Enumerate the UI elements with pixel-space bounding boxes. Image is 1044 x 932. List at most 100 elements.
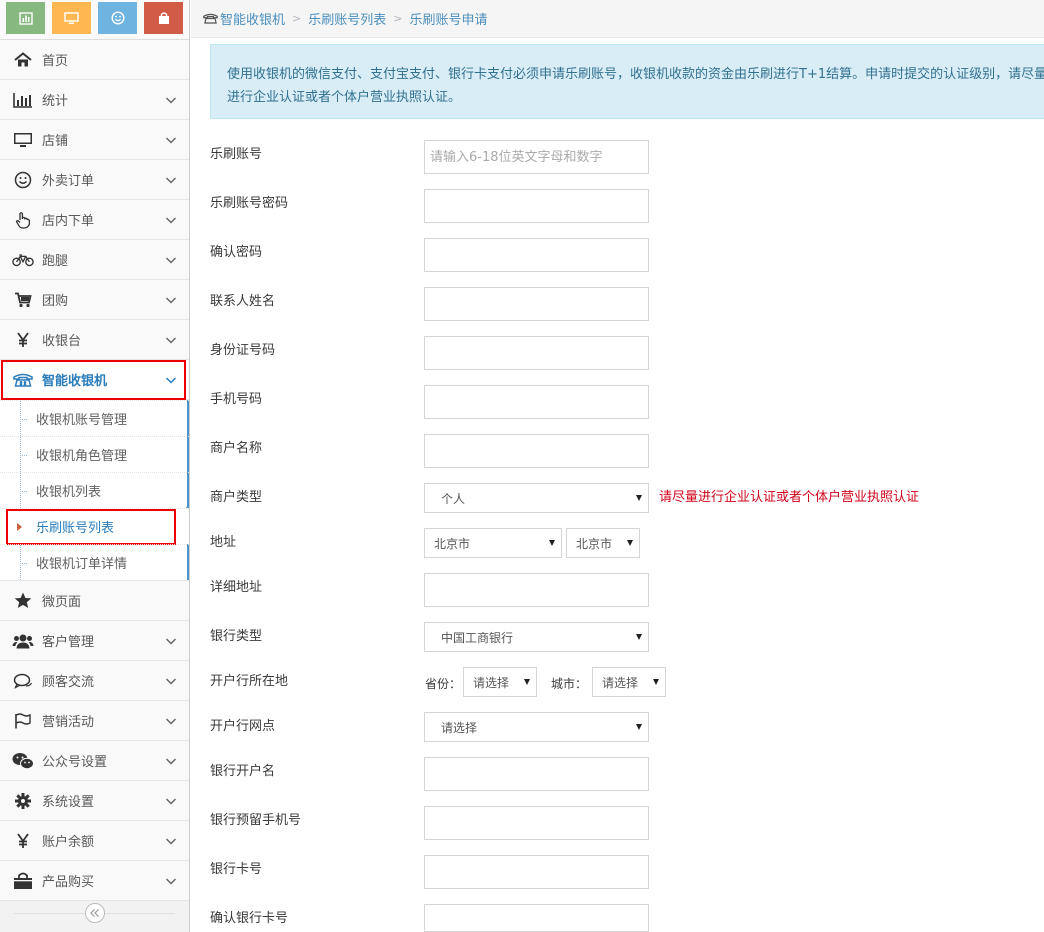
- merchant-name-label: 商户名称: [210, 441, 263, 456]
- nav-system-settings[interactable]: 系统设置: [0, 781, 189, 821]
- nav-group-buy[interactable]: 团购: [0, 280, 189, 320]
- bank-phone-input[interactable]: [424, 806, 649, 840]
- comments-icon: [12, 673, 34, 689]
- province-select[interactable]: 北京市: [424, 528, 562, 558]
- nav-cashier[interactable]: 收银台: [0, 320, 189, 360]
- smile-icon: [110, 11, 125, 25]
- bag-shortcut-button[interactable]: [144, 2, 183, 34]
- chevron-down-icon: [165, 96, 177, 104]
- nav-errands[interactable]: 跑腿: [0, 240, 189, 280]
- bank-type-select[interactable]: 中国工商银行: [424, 622, 649, 652]
- nav-official-account[interactable]: 公众号设置: [0, 741, 189, 781]
- nav-balance[interactable]: 账户余额: [0, 821, 189, 861]
- smile-shortcut-button[interactable]: [98, 2, 137, 34]
- contact-name-label: 联系人姓名: [210, 294, 276, 309]
- nav-label: 产品购买: [42, 875, 95, 890]
- users-icon: [12, 633, 34, 649]
- dropdown-arrow-icon: [549, 540, 555, 546]
- account-label: 乐刷账号: [210, 147, 263, 162]
- smile-icon: [12, 171, 34, 189]
- chevron-down-icon: [165, 717, 177, 725]
- nav-stats[interactable]: 统计: [0, 80, 189, 120]
- nav-smart-cashier[interactable]: 智能收银机: [0, 360, 189, 400]
- merchant-type-select[interactable]: 个人: [424, 483, 649, 513]
- double-chevron-left-icon: [89, 909, 99, 917]
- gear-icon: [12, 792, 34, 810]
- chart-icon: [18, 11, 33, 25]
- nav-label: 系统设置: [42, 795, 95, 810]
- chevron-down-icon: [165, 176, 177, 184]
- chevron-down-icon: [165, 256, 177, 264]
- bank-type-label: 银行类型: [210, 629, 263, 644]
- detail-address-label: 详细地址: [210, 580, 263, 595]
- phone-input[interactable]: [424, 385, 649, 419]
- chevron-down-icon: [165, 376, 177, 384]
- nav-takeout-orders[interactable]: 外卖订单: [0, 160, 189, 200]
- bank-branch-select[interactable]: 请选择: [424, 712, 649, 742]
- submenu-item-cashier-roles[interactable]: 收银机角色管理: [0, 436, 189, 472]
- nav-customer-chat[interactable]: 顾客交流: [0, 661, 189, 701]
- account-holder-input[interactable]: [424, 757, 649, 791]
- address-label: 地址: [210, 535, 237, 550]
- nav-micro-page[interactable]: 微页面: [0, 581, 189, 621]
- bank-province-select[interactable]: 请选择: [463, 667, 537, 697]
- confirm-password-label: 确认密码: [210, 245, 263, 260]
- submenu-label: 收银机账号管理: [36, 413, 128, 428]
- contact-name-input[interactable]: [424, 287, 649, 321]
- chevron-down-icon: [165, 797, 177, 805]
- nav-store[interactable]: 店铺: [0, 120, 189, 160]
- dropdown-arrow-icon: [636, 634, 642, 640]
- account-holder-label: 银行开户名: [210, 764, 276, 779]
- caret-right-icon: [17, 523, 22, 531]
- card-number-input[interactable]: [424, 855, 649, 889]
- shortcut-bar: [0, 0, 189, 40]
- nav-label: 统计: [42, 94, 69, 109]
- city-value: 北京市: [576, 536, 613, 551]
- merchant-type-label: 商户类型: [210, 490, 263, 505]
- account-input[interactable]: [424, 140, 649, 174]
- bank-province-label: 省份：: [425, 677, 462, 691]
- submenu-item-cashier-accounts[interactable]: 收银机账号管理: [0, 400, 189, 436]
- submenu-item-cashier-list[interactable]: 收银机列表: [0, 472, 189, 508]
- flag-icon: [12, 712, 34, 729]
- nav-marketing[interactable]: 营销活动: [0, 701, 189, 741]
- shopping-bag-icon: [12, 872, 34, 890]
- password-label: 乐刷账号密码: [210, 196, 289, 211]
- nav-customers[interactable]: 客户管理: [0, 621, 189, 661]
- nav-label: 店内下单: [42, 214, 95, 229]
- nav-home[interactable]: 首页: [0, 40, 189, 80]
- nav-label: 顾客交流: [42, 675, 95, 690]
- detail-address-input[interactable]: [424, 573, 649, 607]
- collapse-sidebar-button[interactable]: [84, 903, 105, 923]
- merchant-type-hint: 请尽量进行企业认证或者个体户营业执照认证: [659, 490, 920, 505]
- confirm-password-input[interactable]: [424, 238, 649, 272]
- breadcrumb-link[interactable]: 乐刷账号列表: [308, 9, 386, 28]
- breadcrumb-link[interactable]: 智能收银机: [220, 9, 285, 28]
- bank-city-select[interactable]: 请选择: [592, 667, 666, 697]
- card-number-label: 银行卡号: [210, 862, 263, 877]
- id-number-input[interactable]: [424, 336, 649, 370]
- nav-label: 客户管理: [42, 635, 95, 650]
- nav-label: 店铺: [42, 134, 69, 149]
- city-select[interactable]: 北京市: [566, 528, 640, 558]
- merchant-name-input[interactable]: [424, 434, 649, 468]
- bar-chart-icon: [12, 92, 34, 108]
- confirm-card-label: 确认银行卡号: [210, 911, 289, 926]
- chevron-down-icon: [165, 136, 177, 144]
- cart-icon: [12, 292, 34, 308]
- submenu-label: 收银机角色管理: [36, 449, 128, 464]
- dropdown-arrow-icon: [636, 724, 642, 730]
- submenu-smart-cashier: 收银机账号管理 收银机角色管理 收银机列表 乐刷账号列表 收银机订单详情: [0, 400, 189, 581]
- desktop-shortcut-button[interactable]: [52, 2, 91, 34]
- submenu-item-leshua-accounts[interactable]: 乐刷账号列表: [0, 508, 189, 545]
- dropdown-arrow-icon: [524, 679, 530, 685]
- confirm-card-input[interactable]: [424, 904, 649, 932]
- phone-label: 手机号码: [210, 392, 263, 407]
- chart-shortcut-button[interactable]: [6, 2, 45, 34]
- chevron-down-icon: [165, 877, 177, 885]
- nav-instore-orders[interactable]: 店内下单: [0, 200, 189, 240]
- yen-icon: [12, 331, 34, 348]
- submenu-item-cashier-order-details[interactable]: 收银机订单详情: [0, 544, 189, 580]
- chevron-down-icon: [165, 837, 177, 845]
- password-input[interactable]: [424, 189, 649, 223]
